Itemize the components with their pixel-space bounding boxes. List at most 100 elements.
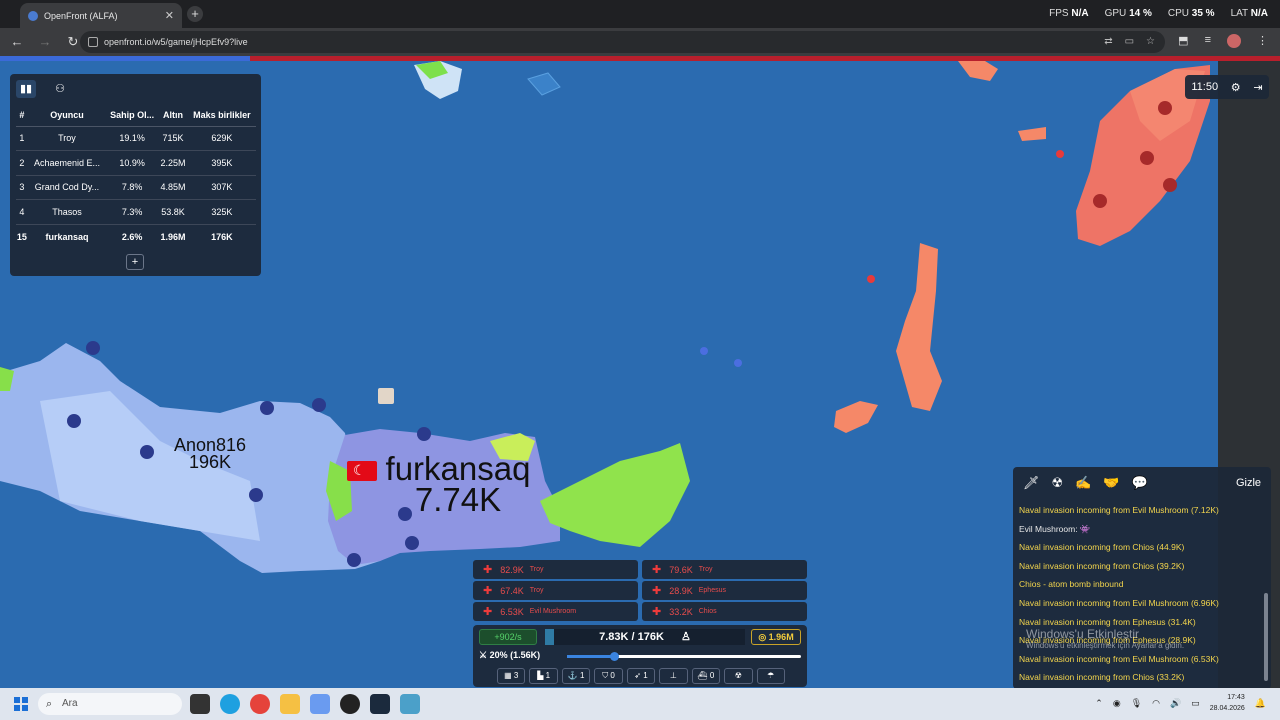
table-row[interactable]: 3 Grand Cod Dy... 7.8% 4.85M 307K xyxy=(16,175,256,200)
event-item[interactable]: Naval invasion incoming from Evil Mushro… xyxy=(1019,594,1259,613)
attack-entry[interactable]: ✚ 33.2K Chios xyxy=(642,602,807,621)
alliance-filter-icon[interactable]: 🤝 xyxy=(1103,475,1119,491)
event-item[interactable]: Naval invasion incoming from Chios (33.2… xyxy=(1019,668,1259,687)
attack-entry[interactable]: ✚ 6.53K Evil Mushroom xyxy=(473,602,638,621)
structure-icon xyxy=(312,398,326,412)
reading-list-icon[interactable]: ≡ xyxy=(1205,34,1211,48)
new-tab-button[interactable]: + xyxy=(187,6,203,22)
cast-icon[interactable]: ▭ xyxy=(1125,36,1134,47)
attack-ratio-slider[interactable] xyxy=(567,652,801,661)
perf-fps: FPS N/A xyxy=(1049,8,1089,19)
structure-icon xyxy=(140,445,154,459)
sword-icon: ⚔ xyxy=(479,650,488,660)
build-city-button[interactable]: ▦ 3 xyxy=(497,668,526,684)
event-item[interactable]: Naval invasion incoming from Chios (44.9… xyxy=(1019,538,1259,557)
hydrogen-bomb-button[interactable]: ☂ xyxy=(756,668,785,684)
emoji-marker xyxy=(378,388,394,404)
green-territory xyxy=(540,443,690,547)
expand-leaderboard-button[interactable]: + xyxy=(126,254,144,270)
tab-title: OpenFront (ALFA) xyxy=(44,10,118,21)
nuke-filter-icon[interactable]: ☢ xyxy=(1052,475,1064,491)
notification-bell-icon[interactable]: 🔔 xyxy=(1255,698,1266,709)
address-bar[interactable]: openfront.io/w5/game/jHcpEfv9?live ⇄ ▭ ☆ xyxy=(80,31,1165,53)
openfront-favicon-icon xyxy=(28,10,38,21)
search-placeholder: Ara xyxy=(62,698,78,709)
battery-icon[interactable]: ▭ xyxy=(1191,698,1200,709)
atom-bomb-button[interactable]: ☢ xyxy=(724,668,753,684)
app-icon[interactable] xyxy=(400,694,420,714)
bar-chart-icon[interactable]: ▮▮ xyxy=(16,80,36,98)
event-item[interactable]: Chios - atom bomb inbound xyxy=(1019,575,1259,594)
attacks-panel: ✚ 82.9K Troy ✚ 79.6K Troy ✚ 67.4K Troy ✚ 28.9K E… xyxy=(473,560,807,623)
col-rank[interactable]: # xyxy=(16,104,28,127)
attack-ratio-label: 20% (1.56K) xyxy=(489,650,541,660)
table-row[interactable]: 1 Troy 19.1% 715K 629K xyxy=(16,126,256,151)
attack-entry[interactable]: ✚ 82.9K Troy xyxy=(473,560,638,579)
troops-person-icon: ♙ xyxy=(681,631,691,643)
hide-events-button[interactable]: Gizle xyxy=(1236,477,1261,489)
build-port-button[interactable]: ⚓ 1 xyxy=(561,668,591,684)
steam-icon[interactable] xyxy=(370,694,390,714)
max-troops-cell: 395K xyxy=(187,150,256,176)
table-row[interactable]: 2 Achaemenid E... 10.9% 2.25M 395K xyxy=(16,150,256,176)
slider-knob[interactable] xyxy=(609,652,619,661)
attack-entry[interactable]: ✚ 67.4K Troy xyxy=(473,581,638,600)
build-sam-button[interactable]: ⊥ xyxy=(659,668,688,684)
taskbar-search[interactable]: ⌕ Ara xyxy=(38,693,182,715)
perf-lat: LAT N/A xyxy=(1230,8,1268,19)
event-item[interactable]: Naval invasion incoming from Chios (39.2… xyxy=(1019,557,1259,576)
game-canvas[interactable]: Anon816 196K ☾ furkansaq 7.74K ▮▮ ⚇ # Oy… xyxy=(0,61,1280,688)
profile-avatar[interactable] xyxy=(1227,34,1241,48)
event-item[interactable]: Naval invasion incoming from Evil Mushro… xyxy=(1019,650,1259,669)
volume-icon[interactable]: 🔊 xyxy=(1170,698,1181,709)
microphone-icon[interactable]: 🎙 xyxy=(1131,698,1142,709)
translate-icon[interactable]: ⇄ xyxy=(1104,36,1112,47)
forward-arrow-icon[interactable]: → xyxy=(34,31,56,53)
menu-dots-icon[interactable]: ⋮ xyxy=(1257,34,1268,48)
col-max-troops[interactable]: Maks birlikler xyxy=(187,104,256,127)
blue-unit-marker xyxy=(734,359,742,367)
event-item[interactable]: Naval invasion incoming from Evil Mushro… xyxy=(1019,501,1259,520)
copilot-icon[interactable] xyxy=(310,694,330,714)
chat-filter-icon[interactable]: 💬 xyxy=(1132,475,1148,491)
edge-icon[interactable] xyxy=(220,694,240,714)
settings-gear-icon[interactable]: ⚙ xyxy=(1231,81,1241,94)
team-icon[interactable]: ⚇ xyxy=(50,80,70,98)
attack-entry[interactable]: ✚ 28.9K Ephesus xyxy=(642,581,807,600)
task-view-icon[interactable] xyxy=(190,694,210,714)
file-explorer-icon[interactable] xyxy=(280,694,300,714)
clock[interactable]: 17:43 28.04.2026 xyxy=(1210,692,1245,714)
exit-icon[interactable]: ⇥ xyxy=(1253,81,1262,94)
turkey-flag-icon: ☾ xyxy=(347,461,377,481)
site-info-icon[interactable] xyxy=(88,37,98,47)
browser-tab[interactable]: OpenFront (ALFA) ✕ xyxy=(20,3,182,28)
app-icon[interactable] xyxy=(340,694,360,714)
build-factory-button[interactable]: ▙ 1 xyxy=(529,668,558,684)
col-gold[interactable]: Altın xyxy=(158,104,188,127)
col-player[interactable]: Oyuncu xyxy=(27,104,107,127)
build-missile-silo-button[interactable]: ➶ 1 xyxy=(626,668,656,684)
owned-cell: 10.9% xyxy=(106,150,159,176)
tray-app-icon[interactable]: ◉ xyxy=(1113,698,1121,709)
back-arrow-icon[interactable]: ← xyxy=(6,31,28,53)
extensions-icon[interactable]: ⬒ xyxy=(1178,34,1188,48)
bookmark-star-icon[interactable]: ☆ xyxy=(1146,36,1155,47)
chrome-icon[interactable] xyxy=(250,694,270,714)
event-item[interactable]: Evil Mushroom: 👾 xyxy=(1019,520,1259,539)
tray-chevron-icon[interactable]: ⌃ xyxy=(1095,698,1103,709)
structure-icon xyxy=(86,341,100,355)
events-scrollbar[interactable] xyxy=(1264,593,1268,681)
donate-filter-icon[interactable]: ✍ xyxy=(1075,475,1091,491)
wifi-icon[interactable]: ◠ xyxy=(1152,698,1160,709)
table-row[interactable]: 4 Thasos 7.3% 53.8K 325K xyxy=(16,199,256,225)
gold-cell: 53.8K xyxy=(158,199,188,225)
table-row-self[interactable]: 15 furkansaq 2.6% 1.96M 176K xyxy=(16,224,256,249)
build-defense-button[interactable]: ⛉ 0 xyxy=(594,668,623,684)
attack-entry[interactable]: ✚ 79.6K Troy xyxy=(642,560,807,579)
col-owned[interactable]: Sahip Ol... xyxy=(106,104,159,127)
player-cell: Grand Cod Dy... xyxy=(27,175,107,200)
build-warship-button[interactable]: ⛴ 0 xyxy=(691,668,721,684)
sword-filter-icon[interactable]: 🗡 xyxy=(1023,475,1040,491)
close-tab-icon[interactable]: ✕ xyxy=(165,9,174,22)
windows-start-icon[interactable] xyxy=(14,697,28,711)
